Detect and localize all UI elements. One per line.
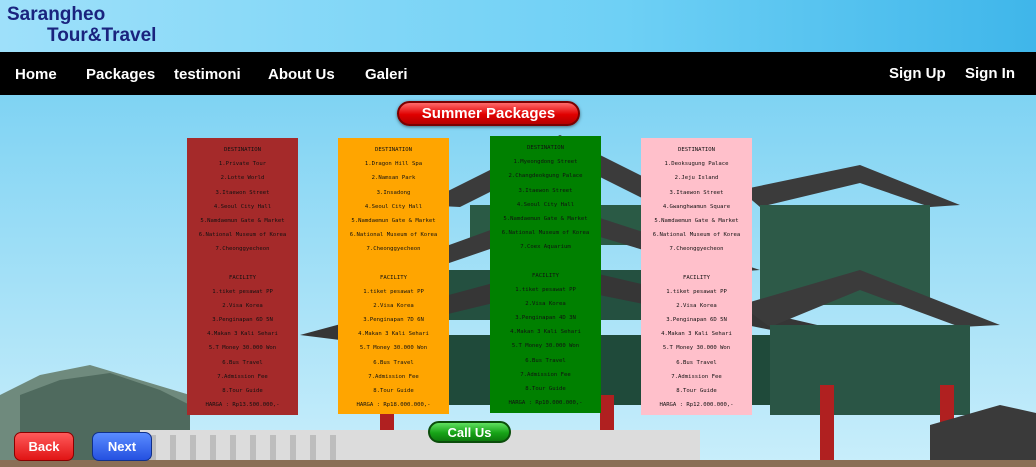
destination-heading: DESTINATION	[677, 147, 716, 153]
destination-item: 2.Changdeokgung Palace	[508, 173, 583, 180]
nav-sign-up[interactable]: Sign Up	[889, 65, 946, 82]
facility-item: 4.Makan 3 Kali Sehari	[207, 331, 278, 338]
navbar: Home Packages testimoni About Us Galeri …	[0, 52, 1036, 95]
package-card-1[interactable]: DESTINATION 1.Private Tour 2.Lotte World…	[187, 138, 298, 415]
facility-item: 7.Admission Fee	[671, 373, 722, 380]
facility-item: 1.tiket pesawat PP	[515, 286, 576, 293]
facility-item: 7.Admission Fee	[368, 373, 419, 380]
destination-item: 5.Namdaemun Gate & Market	[200, 217, 285, 224]
destination-item: 3.Insadong	[376, 189, 411, 196]
facility-item: 7.Admission Fee	[217, 373, 268, 380]
destination-item: 5.Namdaemun Gate & Market	[654, 217, 739, 224]
facility-item: 1.tiket pesawat PP	[212, 288, 273, 295]
price-text: HARGA : Rp12.000.000,-	[659, 402, 734, 409]
destination-item: 2.Jeju Island	[674, 175, 719, 182]
destination-item: 7.Cheonggyecheon	[215, 246, 270, 253]
facility-item: 8.Tour Guide	[676, 388, 717, 394]
nav-packages[interactable]: Packages	[86, 66, 155, 83]
destination-item: 7.Coex Aquarium	[520, 244, 571, 251]
destination-item: 2.Namsan Park	[371, 175, 416, 182]
destination-heading: DESTINATION	[374, 147, 413, 153]
destination-heading: DESTINATION	[223, 147, 262, 153]
price-text: HARGA : Rp18.000.000,-	[356, 402, 431, 409]
facility-item: 3.Penginapan 7D 6N	[363, 317, 424, 324]
facility-item: 6.Bus Travel	[373, 359, 414, 366]
brand-line2: Tour&Travel	[47, 25, 157, 46]
facility-item: 8.Tour Guide	[525, 386, 566, 392]
facility-item: 1.tiket pesawat PP	[666, 288, 727, 295]
destination-item: 4.Seoul City Hall	[516, 201, 575, 208]
destination-item: 6.National Museum of Korea	[501, 230, 590, 237]
brand-logo[interactable]: Sarangheo Tour&Travel	[7, 4, 156, 46]
facility-item: 4.Makan 3 Kali Sehari	[358, 331, 429, 338]
brand-line1: Sarangheo	[7, 4, 106, 25]
facility-item: 1.tiket pesawat PP	[363, 288, 424, 295]
destination-heading: DESTINATION	[526, 145, 565, 151]
facility-heading: FACILITY	[229, 274, 256, 281]
facility-item: 3.Penginapan 6D 5N	[212, 317, 273, 324]
nav-sign-in[interactable]: Sign In	[965, 65, 1015, 82]
facility-item: 6.Bus Travel	[222, 359, 263, 366]
facility-item: 3.Penginapan 6D 5N	[666, 317, 727, 324]
price-text: HARGA : Rp10.000.000,-	[508, 400, 583, 407]
facility-heading: FACILITY	[380, 274, 407, 281]
next-button[interactable]: Next	[92, 432, 152, 461]
facility-item: 4.Makan 3 Kali Sehari	[510, 329, 581, 336]
destination-item: 3.Itaewon Street	[215, 189, 270, 196]
facility-item: 8.Tour Guide	[222, 388, 263, 394]
package-card-4[interactable]: DESTINATION 1.Deoksugung Palace 2.Jeju I…	[641, 138, 752, 415]
facility-heading: FACILITY	[683, 274, 710, 281]
facility-item: 6.Bus Travel	[676, 359, 717, 366]
facility-item: 5.T Money 30.000 Won	[208, 345, 277, 352]
summer-packages-title: Summer Packages	[397, 101, 580, 126]
facility-item: 4.Makan 3 Kali Sehari	[661, 331, 732, 338]
destination-item: 1.Dragon Hill Spa	[364, 161, 423, 168]
destination-item: 2.Lotte World	[220, 175, 265, 182]
nav-galeri[interactable]: Galeri	[365, 66, 408, 83]
destination-item: 4.Gwanghwamun Square	[662, 203, 731, 210]
price-text: HARGA : Rp13.500.000,-	[205, 402, 280, 409]
destination-item: 1.Deoksugung Palace	[664, 161, 729, 168]
facility-item: 5.T Money 30.000 Won	[511, 343, 580, 350]
destination-item: 5.Namdaemun Gate & Market	[503, 215, 588, 222]
destination-item: 3.Itaewon Street	[518, 187, 573, 194]
facility-item: 2.Visa Korea	[525, 300, 566, 307]
nav-home[interactable]: Home	[15, 66, 57, 83]
facility-item: 7.Admission Fee	[520, 371, 571, 378]
call-us-button[interactable]: Call Us	[428, 421, 511, 443]
facility-item: 5.T Money 30.000 Won	[662, 345, 731, 352]
facility-heading: FACILITY	[532, 272, 559, 279]
destination-item: 1.Myeongdong Street	[513, 159, 578, 166]
facility-item: 6.Bus Travel	[525, 357, 566, 364]
package-card-2[interactable]: DESTINATION 1.Dragon Hill Spa 2.Namsan P…	[338, 138, 449, 414]
facility-item: 3.Penginapan 4D 3N	[515, 315, 576, 322]
destination-item: 6.National Museum of Korea	[349, 232, 438, 239]
destination-item: 6.National Museum of Korea	[652, 232, 741, 239]
facility-item: 2.Visa Korea	[676, 302, 717, 309]
facility-item: 2.Visa Korea	[222, 302, 263, 309]
facility-item: 5.T Money 30.000 Won	[359, 345, 428, 352]
package-card-3[interactable]: DESTINATION 1.Myeongdong Street 2.Changd…	[490, 136, 601, 413]
destination-item: 7.Cheonggyecheon	[366, 246, 421, 253]
back-button[interactable]: Back	[14, 432, 74, 461]
destination-item: 4.Seoul City Hall	[364, 203, 423, 210]
nav-about-us[interactable]: About Us	[268, 66, 335, 83]
destination-item: 6.National Museum of Korea	[198, 232, 287, 239]
destination-item: 4.Seoul City Hall	[213, 203, 272, 210]
facility-item: 8.Tour Guide	[373, 388, 414, 394]
destination-item: 5.Namdaemun Gate & Market	[351, 217, 436, 224]
facility-item: 2.Visa Korea	[373, 302, 414, 309]
destination-item: 3.Itaewon Street	[669, 189, 724, 196]
nav-testimoni[interactable]: testimoni	[174, 66, 241, 83]
destination-item: 7.Cheonggyecheon	[669, 246, 724, 253]
destination-item: 1.Private Tour	[218, 161, 267, 168]
